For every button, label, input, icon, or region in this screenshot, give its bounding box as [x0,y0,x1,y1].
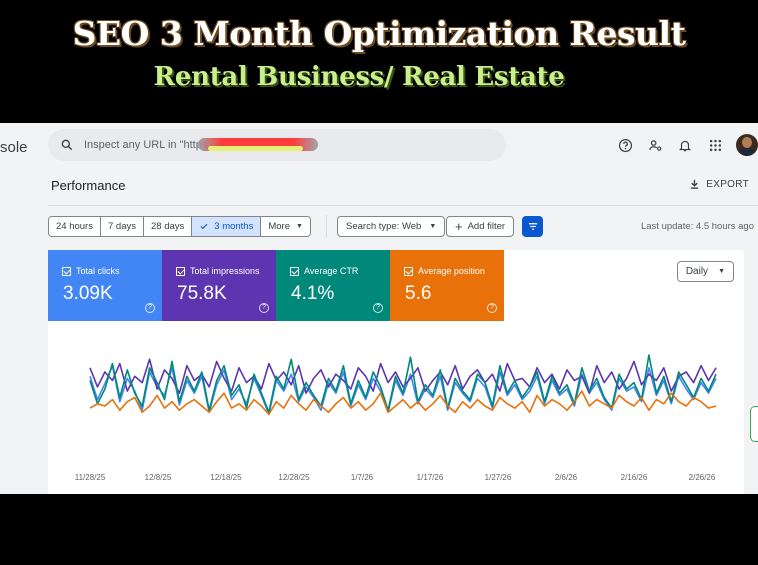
avatar[interactable] [736,134,758,156]
metric-value: 5.6 [405,283,432,304]
range-3-months[interactable]: 3 months [192,217,262,236]
metric-label: Average CTR [304,266,359,276]
checkbox-icon [404,266,413,276]
add-filter-label: Add filter [467,221,506,232]
info-icon[interactable]: ? [259,303,269,313]
x-tick-label: 1/27/26 [485,473,512,482]
top-right-actions [610,131,758,159]
check-icon [200,223,208,230]
range-28-days[interactable]: 28 days [143,217,193,236]
checkbox-icon [62,266,71,276]
metric-total-clicks[interactable]: Total clicks 3.09K ? [48,250,162,321]
x-tick-label: 12/18/25 [210,473,242,482]
feedback-side-tab[interactable] [750,406,758,442]
url-inspect-search[interactable]: Inspect any URL in "https [48,129,506,161]
download-icon [691,179,699,189]
metric-label: Average position [418,266,485,276]
manage-users-icon[interactable] [640,131,670,159]
toolbar-divider [326,215,327,237]
checkbox-icon [176,266,185,276]
performance-chart-svg: 11/28/25 12/8/25 12/18/25 12/28/25 1/7/26 1/1… [75,354,717,482]
page-title: Performance [51,178,126,193]
x-tick-label: 1/17/26 [417,473,444,482]
search-icon [61,139,73,151]
filter-sort-icon [528,223,537,230]
search-type-dropdown[interactable]: Search type: Web ▼ [337,216,446,237]
chevron-down-icon: ▼ [718,268,725,275]
range-7-days[interactable]: 7 days [100,217,144,236]
metric-label: Total impressions [190,266,260,276]
x-tick-label: 11/28/25 [75,473,106,482]
granularity-label: Daily [685,266,709,277]
metric-value: 4.1% [291,283,335,304]
promo-banner: SEO 3 Month Optimization Result Rental B… [0,0,758,123]
filter-sort-button[interactable] [522,216,543,237]
metric-total-impressions[interactable]: Total impressions 75.8K ? [162,250,276,321]
info-icon[interactable]: ? [487,303,497,313]
x-tick-label: 2/26/26 [689,473,716,482]
x-tick-label: 2/6/26 [555,473,578,482]
bottom-black-bar [0,494,758,565]
range-more-dropdown[interactable]: More ▼ [261,217,310,236]
banner-subheadline: Rental Business/ Real Estate [153,62,565,92]
apps-grid-icon[interactable] [700,131,730,159]
export-button[interactable]: EXPORT [689,178,749,190]
banner-headline: SEO 3 Month Optimization Result [72,14,686,53]
search-console-app: sole Inspect any URL in "https Performan… [0,123,758,494]
x-tick-label: 12/8/25 [145,473,172,482]
checkbox-icon [290,266,299,276]
header-divider [48,205,758,206]
date-range-group: 24 hours 7 days 28 days 3 months More ▼ [48,216,311,237]
granularity-dropdown[interactable]: Daily ▼ [676,261,734,282]
help-icon[interactable] [610,131,640,159]
last-update-text: Last update: 4.5 hours ago [640,221,754,232]
x-tick-label: 2/16/26 [621,473,648,482]
redaction-scribble [198,138,318,151]
metric-value: 3.09K [63,283,113,304]
metric-value: 75.8K [177,283,227,304]
metric-average-position[interactable]: Average position 5.6 ? [390,250,504,321]
chevron-down-icon: ▼ [429,223,437,230]
bell-icon[interactable] [670,131,700,159]
info-icon[interactable]: ? [145,303,155,313]
export-label: EXPORT [706,178,749,190]
metric-label: Total clicks [76,266,120,276]
x-tick-label: 12/28/25 [278,473,310,482]
performance-chart: 11/28/25 12/8/25 12/18/25 12/28/25 1/7/26 1/1… [48,330,744,494]
add-filter-button[interactable]: + Add filter [446,216,515,237]
product-name-fragment: sole [0,139,28,156]
chevron-down-icon: ▼ [296,223,303,230]
info-icon[interactable]: ? [373,303,383,313]
range-24-hours[interactable]: 24 hours [49,217,101,236]
search-type-label: Search type: Web [346,221,422,232]
x-tick-label: 1/7/26 [351,473,374,482]
plus-icon: + [455,219,463,234]
metric-average-ctr[interactable]: Average CTR 4.1% ? [276,250,390,321]
search-placeholder: Inspect any URL in "https [84,139,208,151]
performance-card: Total clicks 3.09K ? Total impressions 7… [48,250,744,494]
